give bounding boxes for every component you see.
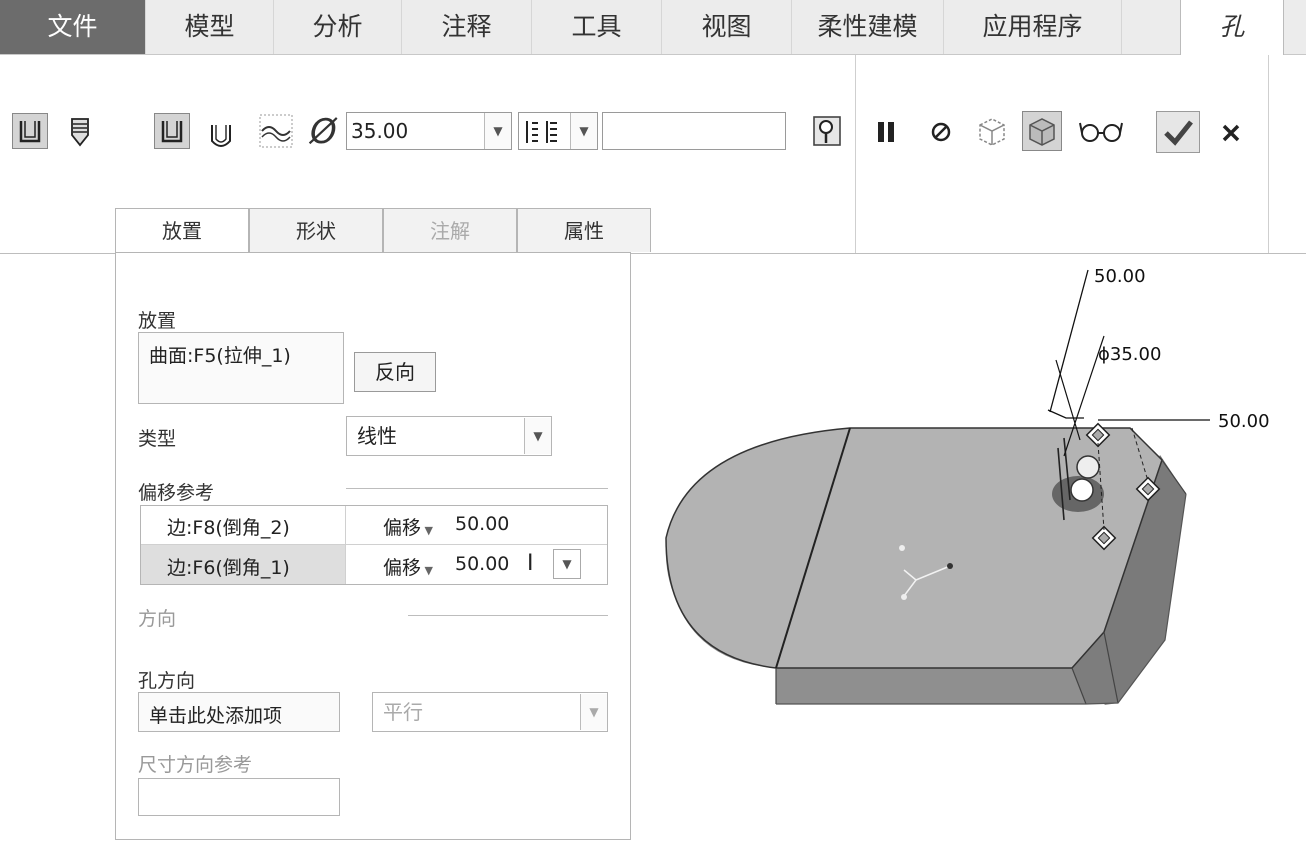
type-label: 类型 (138, 428, 177, 450)
dimension-leader (1055, 335, 1105, 457)
predefined-profile-icon[interactable] (154, 113, 190, 149)
ribbon-separator (1268, 55, 1269, 253)
tab-properties[interactable]: 属性 (517, 208, 651, 252)
dimension-offset-top[interactable]: 50.00 (1094, 266, 1146, 287)
menu-model[interactable]: 模型 (146, 0, 274, 54)
type-dropdown[interactable]: 线性 ▼ (346, 416, 552, 456)
csys-icon (903, 565, 951, 597)
offset-mode[interactable]: 偏移 ▼ (383, 513, 433, 540)
dimension-diameter[interactable]: ϕ35.00 (1098, 344, 1161, 365)
direction-label: 方向 (138, 608, 177, 630)
no-preview-icon[interactable] (926, 117, 956, 147)
offset-references-table: 边:F8(倒角_2) 偏移 ▼ 50.00 边:F6(倒角_1) 偏移 ▼ 50… (140, 505, 608, 585)
drag-handle[interactable] (1135, 476, 1161, 502)
chevron-down-icon[interactable]: ▼ (524, 418, 551, 454)
csys-icon (901, 594, 907, 600)
drag-handle[interactable] (1085, 422, 1111, 448)
menu-tools[interactable]: 工具 (532, 0, 662, 54)
chevron-down-icon[interactable]: ▼ (580, 694, 607, 730)
partial-preview-icon[interactable] (974, 113, 1010, 149)
hole-preview (1076, 455, 1100, 479)
menu-applications[interactable]: 应用程序 (944, 0, 1122, 54)
model-side-face (666, 455, 1186, 705)
hole-direction-label: 孔方向 (138, 670, 196, 692)
diameter-icon: Ø (310, 112, 337, 152)
offset-ref-name: 边:F6(倒角_1) (167, 557, 290, 579)
type-value: 线性 (357, 424, 397, 448)
offset-value[interactable]: 50.00 (455, 513, 509, 535)
divider (345, 506, 346, 584)
offset-references-label: 偏移参考 (138, 482, 215, 504)
menu-file[interactable]: 文件 (0, 0, 146, 54)
chevron-down-icon[interactable]: ▼ (570, 113, 597, 149)
add-item-prompt: 单击此处添加项 (149, 705, 283, 727)
placement-reference: 曲面:F5(拉伸_1) (149, 345, 291, 367)
text-cursor-icon: I (527, 551, 534, 576)
tab-shape[interactable]: 形状 (249, 208, 383, 252)
standard-hole-icon[interactable] (62, 113, 98, 149)
dimension-direction-collector[interactable] (138, 778, 340, 816)
model-front-face (665, 540, 1086, 704)
depth-option-dropdown[interactable]: ▼ (518, 112, 598, 150)
dimension-offset-right[interactable]: 50.00 (1218, 411, 1270, 432)
menu-analysis[interactable]: 分析 (274, 0, 402, 54)
divider (408, 615, 608, 616)
pause-icon[interactable] (872, 117, 902, 147)
cancel-close-icon[interactable] (1216, 117, 1246, 147)
menu-annotate[interactable]: 注释 (402, 0, 532, 54)
menu-hole-tab[interactable]: 孔 (1180, 0, 1284, 56)
tab-note[interactable]: 注解 (383, 208, 517, 252)
flip-button[interactable]: 反向 (354, 352, 436, 392)
model-top-face (665, 427, 1163, 669)
confirm-checkmark-icon[interactable] (1156, 111, 1200, 153)
placement-label: 放置 (138, 310, 177, 332)
glasses-preview-icon[interactable] (1076, 115, 1126, 147)
csys-icon (899, 545, 905, 551)
dimension-direction-ref-label: 尺寸方向参考 (138, 754, 253, 776)
placement-reference-collector[interactable]: 曲面:F5(拉伸_1) (138, 332, 344, 404)
hole-direction-mode: 平行 (383, 700, 423, 724)
hole-direction-collector[interactable]: 单击此处添加项 (138, 692, 340, 732)
verify-preview-icon[interactable] (1022, 111, 1062, 151)
standard-profile-icon[interactable] (204, 117, 238, 151)
hole-axis-line (1057, 437, 1071, 521)
depth-value-input[interactable] (602, 112, 786, 150)
diameter-input[interactable]: 35.00 ▼ (346, 112, 512, 150)
divider (141, 544, 607, 545)
sketch-profile-icon[interactable] (256, 111, 296, 151)
tab-placement[interactable]: 放置 (115, 208, 249, 254)
dimension-leader (1047, 269, 1089, 419)
drag-handle[interactable] (1091, 525, 1117, 551)
chevron-down-icon[interactable]: ▼ (484, 113, 511, 149)
offset-mode[interactable]: 偏移 ▼ (383, 553, 433, 580)
csys-icon (947, 563, 953, 569)
offset-value-input[interactable]: 50.00 (455, 553, 509, 575)
table-row[interactable]: 边:F6(倒角_1) 偏移 ▼ 50.00 I ▼ (141, 545, 607, 584)
menu-flexible-modeling[interactable]: 柔性建模 (792, 0, 944, 54)
model-edge (775, 427, 851, 669)
hole-direction-mode-dropdown[interactable]: 平行 ▼ (372, 692, 608, 732)
hole-preview (1070, 478, 1094, 502)
chevron-down-icon[interactable]: ▼ (553, 549, 581, 579)
model-right-face (1104, 455, 1186, 703)
model-edge (776, 493, 1187, 705)
reference-model-icon[interactable] (806, 111, 846, 151)
divider (346, 488, 608, 489)
ribbon-separator (855, 55, 856, 253)
dimension-leader (1097, 427, 1149, 531)
hole-preview (1052, 476, 1104, 512)
model-chamfer-face (1072, 632, 1118, 704)
diameter-value: 35.00 (351, 119, 409, 143)
simple-hole-icon[interactable] (12, 113, 48, 149)
table-row[interactable]: 边:F8(倒角_2) 偏移 ▼ 50.00 (141, 506, 607, 544)
menu-bar: 文件 模型 分析 注释 工具 视图 柔性建模 应用程序 孔 (0, 0, 1306, 56)
model-edge (775, 459, 1187, 705)
offset-ref-name: 边:F8(倒角_2) (167, 517, 290, 539)
menu-view[interactable]: 视图 (662, 0, 792, 54)
